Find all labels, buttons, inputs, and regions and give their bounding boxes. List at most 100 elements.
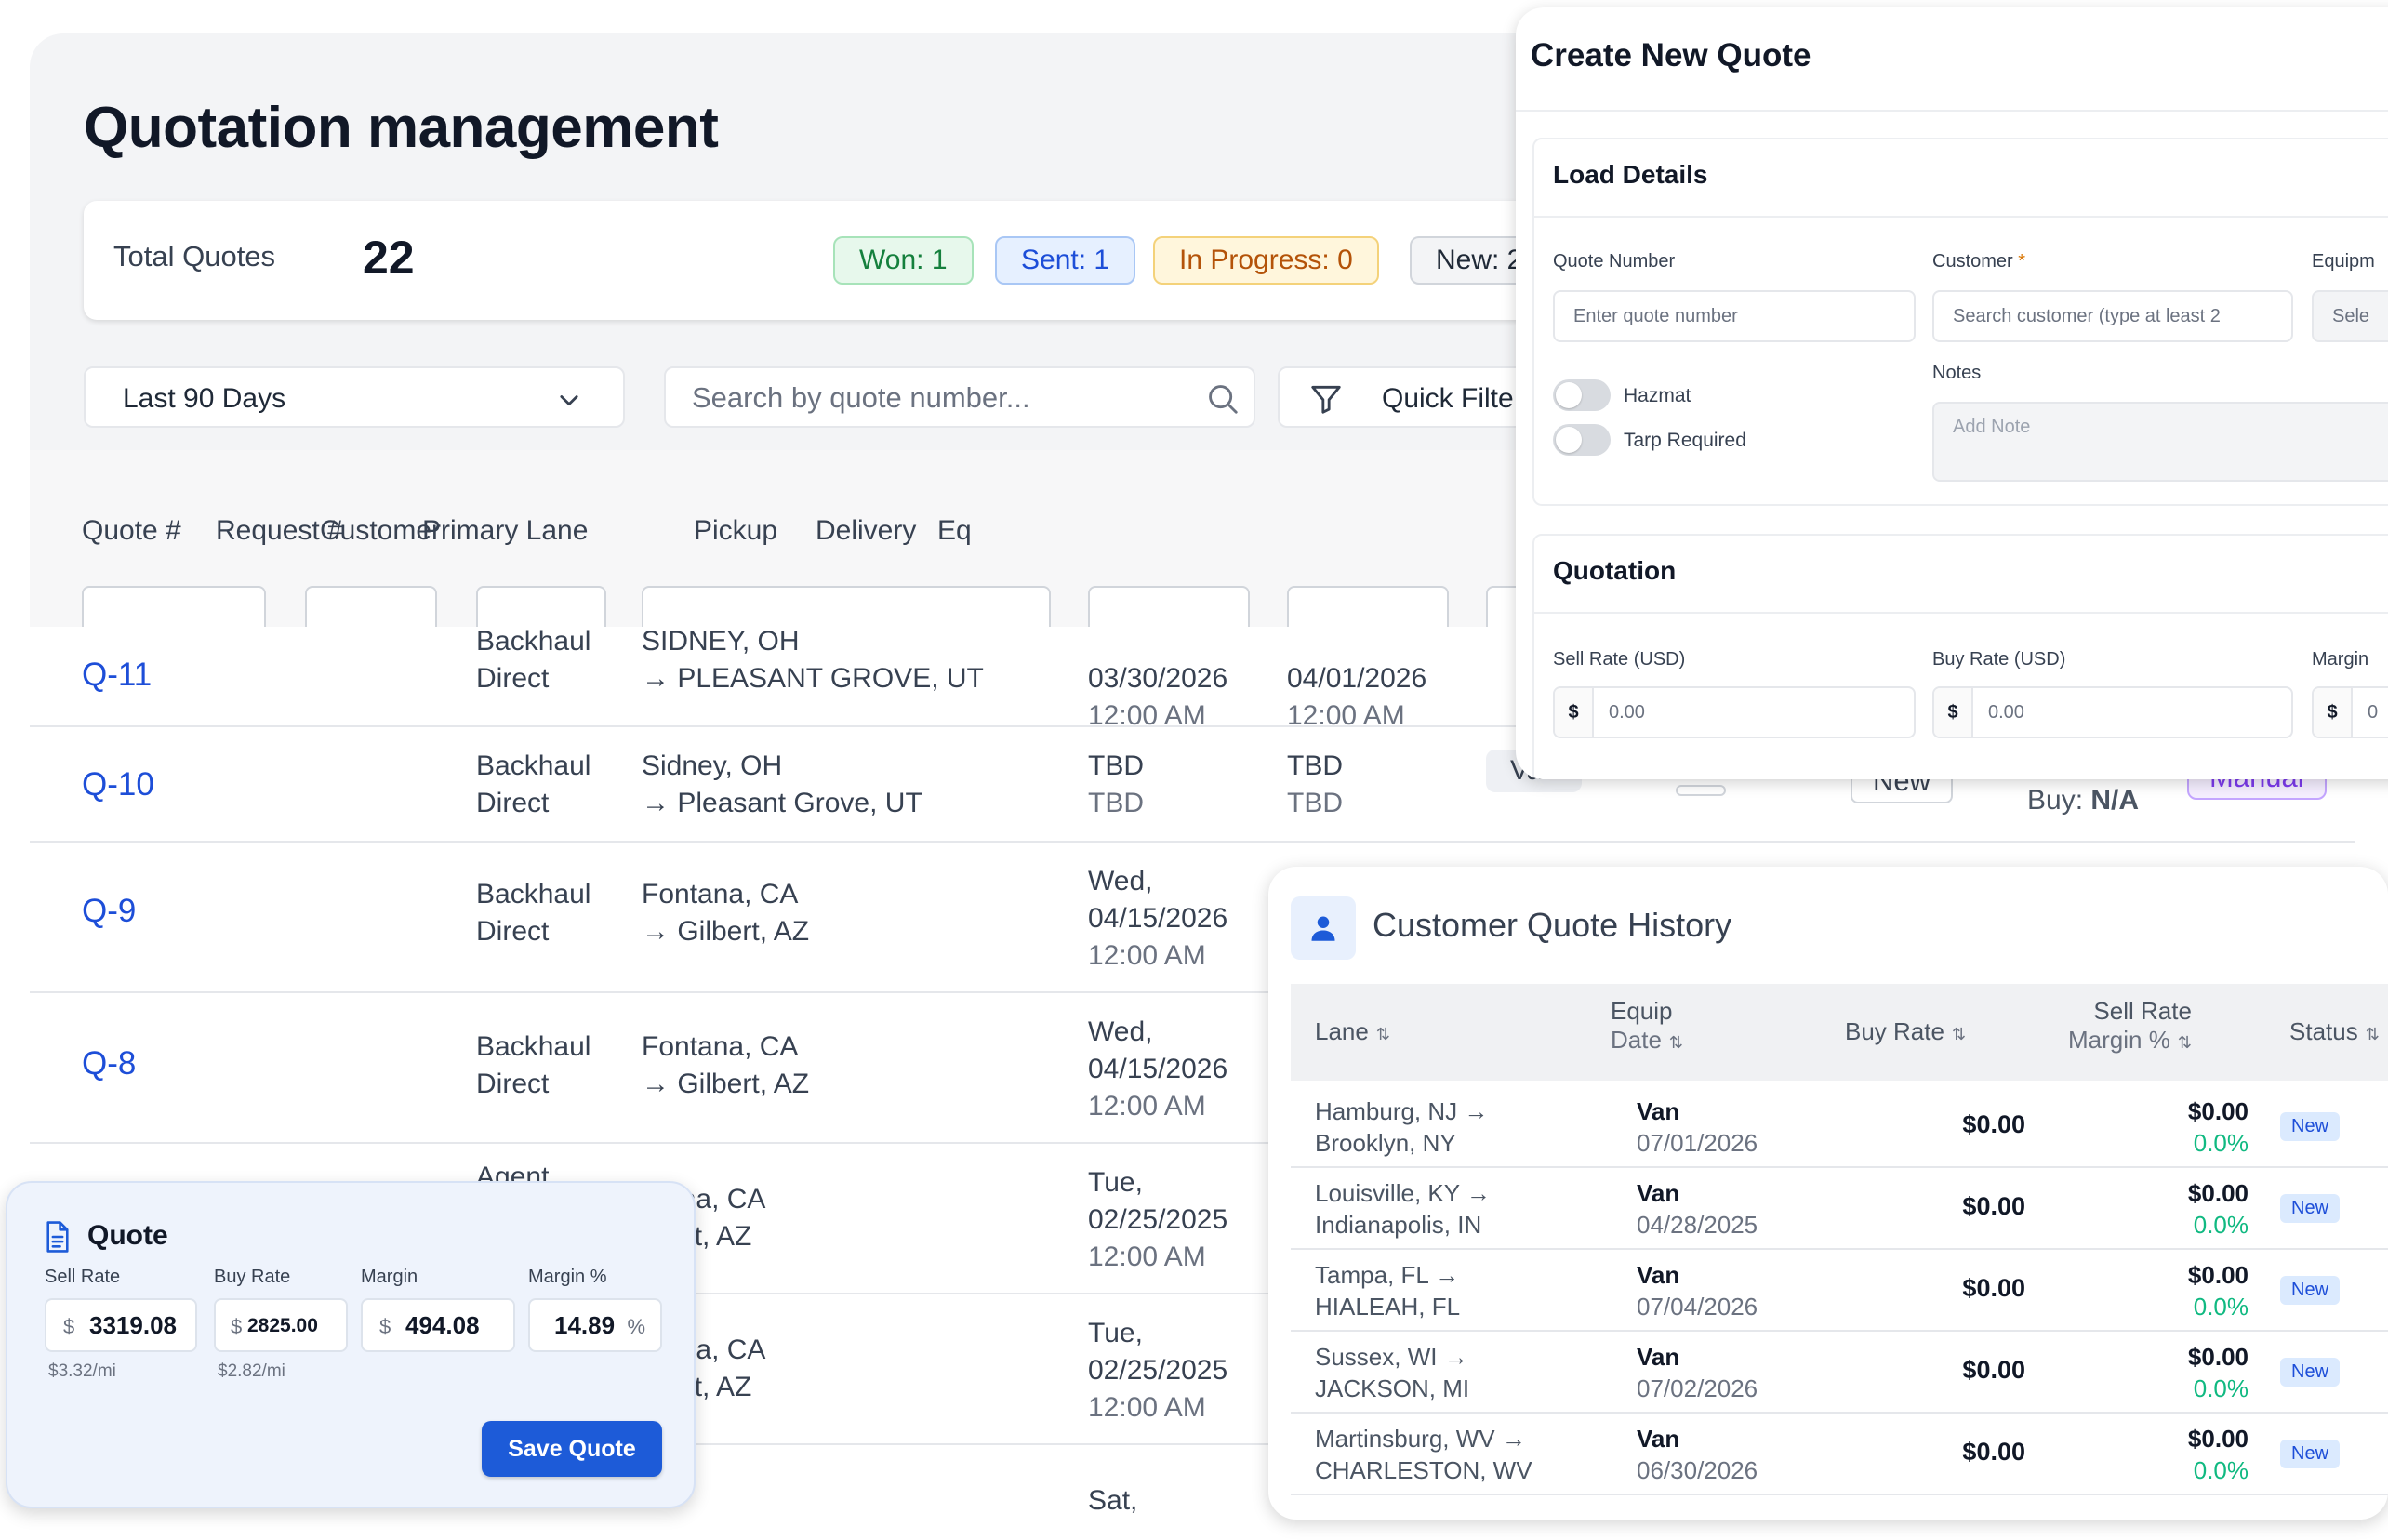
buy-rate-label: Buy Rate — [214, 1267, 291, 1287]
sell-rate-field[interactable]: $3319.08 — [45, 1298, 197, 1352]
quote-link[interactable]: Q-9 — [82, 893, 136, 930]
progress-indicator — [1676, 785, 1726, 796]
buy-rate-input[interactable]: $ 0.00 — [1932, 686, 2293, 738]
history-row[interactable]: Sussex, WI → JACKSON, MI Van 07/02/2026 $0… — [1291, 1332, 2388, 1414]
margin-input[interactable]: $ 0 — [2312, 686, 2388, 738]
divider — [1516, 110, 2388, 112]
margin-label: Margin — [2312, 649, 2369, 670]
search-icon — [1209, 385, 1238, 414]
history-sell-margin: $0.00 0.0% — [2187, 1425, 2249, 1484]
equipment-select[interactable]: Sele — [2312, 290, 2388, 342]
sort-icon: ⇅ — [1951, 1025, 1967, 1043]
sell-rate-value: 0.00 — [1609, 702, 1645, 723]
history-equip-date: Van 07/01/2026 — [1637, 1097, 1758, 1157]
col-quote-number[interactable]: Quote # — [82, 515, 181, 547]
history-equip-date: Van 07/02/2026 — [1637, 1343, 1758, 1402]
pickup-cell: Tue, 02/25/2025 12:00 AM — [1088, 1318, 1228, 1423]
history-row[interactable]: Tampa, FL → HIALEAH, FL Van 07/04/2026 $0.… — [1291, 1250, 2388, 1332]
quote-link[interactable]: Q-11 — [82, 657, 152, 694]
history-buy-rate: $0.00 — [1962, 1356, 2025, 1384]
customer-cell: Backhaul Direct — [476, 1031, 591, 1099]
margin-label: Margin — [361, 1267, 418, 1287]
pickup-cell: TBD TBD — [1088, 750, 1144, 818]
lane-cell: Sidney, OH → Pleasant Grove, UT — [642, 750, 922, 818]
col-pickup[interactable]: Pickup — [694, 515, 777, 547]
margin-percent-label: Margin % — [528, 1267, 607, 1287]
user-icon — [1311, 916, 1335, 941]
filter-icon — [1311, 385, 1341, 414]
total-quotes-value: 22 — [363, 232, 415, 284]
history-sell-margin: $0.00 0.0% — [2187, 1097, 2249, 1157]
user-icon-badge — [1291, 896, 1356, 960]
load-details-title: Load Details — [1553, 160, 1708, 189]
history-lane: Sussex, WI → JACKSON, MI — [1315, 1343, 1470, 1402]
pickup-cell: Wed, 04/15/2026 12:00 AM — [1088, 1016, 1228, 1122]
history-row[interactable]: Hamburg, NJ → Brooklyn, NY Van 07/01/2026 … — [1291, 1086, 2388, 1168]
history-title: Customer Quote History — [1373, 906, 1732, 944]
customer-search-input[interactable]: Search customer (type at least 2 — [1932, 290, 2293, 342]
history-table-header: Lane ⇅ Equip Date ⇅ Buy Rate ⇅ Sell Rate Marg… — [1291, 984, 2388, 1081]
lane-cell: Fontana, CA → Gilbert, AZ — [642, 879, 810, 947]
col-delivery[interactable]: Delivery — [816, 515, 916, 547]
divider — [1534, 612, 2388, 614]
total-quotes-label: Total Quotes — [113, 240, 276, 272]
sell-rate-input[interactable]: $ 0.00 — [1553, 686, 1916, 738]
history-row[interactable]: Louisville, KY → Indianapolis, IN Van 04/2… — [1291, 1168, 2388, 1250]
sort-icon: ⇅ — [2365, 1025, 2380, 1043]
hazmat-toggle[interactable] — [1553, 379, 1611, 411]
margin-percent-field[interactable]: 14.89% — [528, 1298, 662, 1352]
history-col-sell-margin[interactable]: Sell Rate Margin % ⇅ — [2068, 997, 2192, 1055]
history-buy-rate: $0.00 — [1962, 1192, 2025, 1220]
margin-value: 0 — [2368, 702, 2379, 723]
date-range-select[interactable]: Last 90 Days — [84, 366, 625, 428]
history-status-badge: New — [2280, 1194, 2341, 1223]
history-status-badge: New — [2280, 1358, 2341, 1387]
create-quote-panel: Create New Quote Load Details Quote Numb… — [1516, 7, 2388, 779]
customer-cell: Backhaul Direct — [476, 750, 591, 818]
chevron-down-icon — [560, 395, 578, 406]
tarp-toggle[interactable] — [1553, 424, 1611, 456]
lane-cell: SIDNEY, OH → PLEASANT GROVE, UT — [642, 627, 984, 694]
quote-number-input[interactable]: Enter quote number — [1553, 290, 1916, 342]
buy-rate-label: Buy Rate (USD) — [1932, 649, 2066, 670]
in-progress-badge[interactable]: In Progress: 0 — [1153, 236, 1379, 285]
pickup-cell: Tue, 02/25/2025 12:00 AM — [1088, 1167, 1228, 1272]
history-col-lane[interactable]: Lane ⇅ — [1315, 1017, 1390, 1046]
sell-rate-label: Sell Rate (USD) — [1553, 649, 1686, 670]
history-lane: Martinsburg, WV → CHARLESTON, WV — [1315, 1425, 1532, 1484]
hazmat-label: Hazmat — [1624, 385, 1692, 406]
history-status-badge: New — [2280, 1276, 2341, 1305]
notes-textarea[interactable]: Add Note — [1932, 402, 2388, 482]
currency-symbol: $ — [1934, 688, 1973, 737]
history-col-status[interactable]: Status ⇅ — [2289, 1017, 2380, 1046]
document-icon — [46, 1221, 69, 1253]
quote-card: Quote Sell Rate Buy Rate Margin Margin %… — [6, 1181, 696, 1508]
currency-symbol: $ — [2314, 688, 2353, 737]
history-col-equip-date[interactable]: Equip Date ⇅ — [1611, 997, 1683, 1055]
buy-rate-field[interactable]: $2825.00 — [214, 1298, 348, 1352]
history-buy-rate: $0.00 — [1962, 1274, 2025, 1302]
margin-field[interactable]: $494.08 — [361, 1298, 515, 1352]
col-equipment[interactable]: Eq — [937, 515, 972, 547]
won-badge[interactable]: Won: 1 — [833, 236, 974, 285]
col-primary-lane[interactable]: Primary Lane — [422, 515, 588, 547]
quote-link[interactable]: Q-10 — [82, 766, 154, 803]
sent-badge[interactable]: Sent: 1 — [995, 236, 1136, 285]
history-lane: Tampa, FL → HIALEAH, FL — [1315, 1261, 1461, 1321]
quote-number-label: Quote Number — [1553, 251, 1676, 272]
page-title: Quotation management — [84, 96, 719, 160]
history-col-buy-rate[interactable]: Buy Rate ⇅ — [1845, 1017, 1966, 1046]
tarp-label: Tarp Required — [1624, 430, 1746, 451]
history-row[interactable]: Martinsburg, WV → CHARLESTON, WV Van 06/30… — [1291, 1414, 2388, 1495]
history-equip-date: Van 06/30/2026 — [1637, 1425, 1758, 1484]
save-quote-button[interactable]: Save Quote — [482, 1421, 662, 1477]
quote-search-box — [664, 366, 1255, 428]
quote-link[interactable]: Q-8 — [82, 1045, 136, 1082]
sort-icon: ⇅ — [2177, 1033, 2192, 1052]
history-equip-date: Van 07/04/2026 — [1637, 1261, 1758, 1321]
quote-search-input[interactable] — [692, 378, 1175, 418]
sort-icon: ⇅ — [1375, 1025, 1390, 1043]
history-sell-margin: $0.00 0.0% — [2187, 1343, 2249, 1402]
history-buy-rate: $0.00 — [1962, 1438, 2025, 1466]
load-details-section: Load Details Quote Number Enter quote nu… — [1532, 138, 2388, 506]
